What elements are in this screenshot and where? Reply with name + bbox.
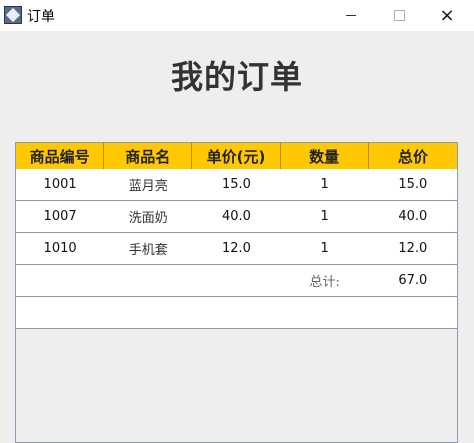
table-header: 商品编号 商品名 单价(元) 数量 总价: [16, 143, 457, 169]
java-cup-icon: [4, 6, 22, 24]
total-row[interactable]: 总计: 67.0: [16, 265, 457, 297]
total-value[interactable]: 67.0: [369, 265, 457, 296]
maximize-button[interactable]: [376, 0, 422, 31]
title-bar[interactable]: 订单 ×: [0, 0, 474, 31]
orders-table[interactable]: 商品编号 商品名 单价(元) 数量 总价 1001 蓝月亮 15.0 1 15.…: [15, 142, 458, 443]
table-cell[interactable]: 1: [281, 201, 369, 232]
page-title: 我的订单: [170, 58, 303, 96]
table-cell[interactable]: 40.0: [369, 201, 457, 232]
table-cell[interactable]: 15.0: [192, 169, 280, 200]
table-cell[interactable]: 1007: [16, 201, 104, 232]
table-body: 1001 蓝月亮 15.0 1 15.0 1007 洗面奶 40.0 1 40.…: [16, 169, 457, 329]
table-cell[interactable]: 1: [281, 233, 369, 264]
total-label[interactable]: 总计:: [281, 265, 369, 296]
table-cell[interactable]: 1: [281, 169, 369, 200]
table-cell[interactable]: 1010: [16, 233, 104, 264]
column-header[interactable]: 商品编号: [16, 143, 105, 169]
close-button[interactable]: ×: [424, 0, 470, 31]
table-row[interactable]: 1001 蓝月亮 15.0 1 15.0: [16, 169, 457, 201]
minimize-icon: [346, 15, 356, 16]
column-header[interactable]: 数量: [281, 143, 369, 169]
table-cell[interactable]: [104, 265, 192, 296]
window-title: 订单: [27, 9, 55, 25]
table-cell[interactable]: 1001: [16, 169, 104, 200]
table-cell[interactable]: 40.0: [192, 201, 280, 232]
close-icon: ×: [439, 4, 455, 26]
table-cell[interactable]: 蓝月亮: [104, 169, 192, 200]
table-cell[interactable]: [192, 265, 280, 296]
table-cell[interactable]: [16, 265, 104, 296]
empty-row[interactable]: [16, 297, 457, 329]
column-header[interactable]: 商品名: [104, 143, 193, 169]
table-cell[interactable]: 12.0: [369, 233, 457, 264]
maximize-icon: [393, 10, 405, 21]
column-header[interactable]: 总价: [369, 143, 457, 169]
minimize-button[interactable]: [328, 0, 374, 31]
table-cell[interactable]: 洗面奶: [104, 201, 192, 232]
table-cell[interactable]: 15.0: [369, 169, 457, 200]
table-row[interactable]: 1007 洗面奶 40.0 1 40.0: [16, 201, 457, 233]
table-row[interactable]: 1010 手机套 12.0 1 12.0: [16, 233, 457, 265]
table-cell[interactable]: 手机套: [104, 233, 192, 264]
column-header[interactable]: 单价(元): [192, 143, 281, 169]
table-cell[interactable]: 12.0: [192, 233, 280, 264]
